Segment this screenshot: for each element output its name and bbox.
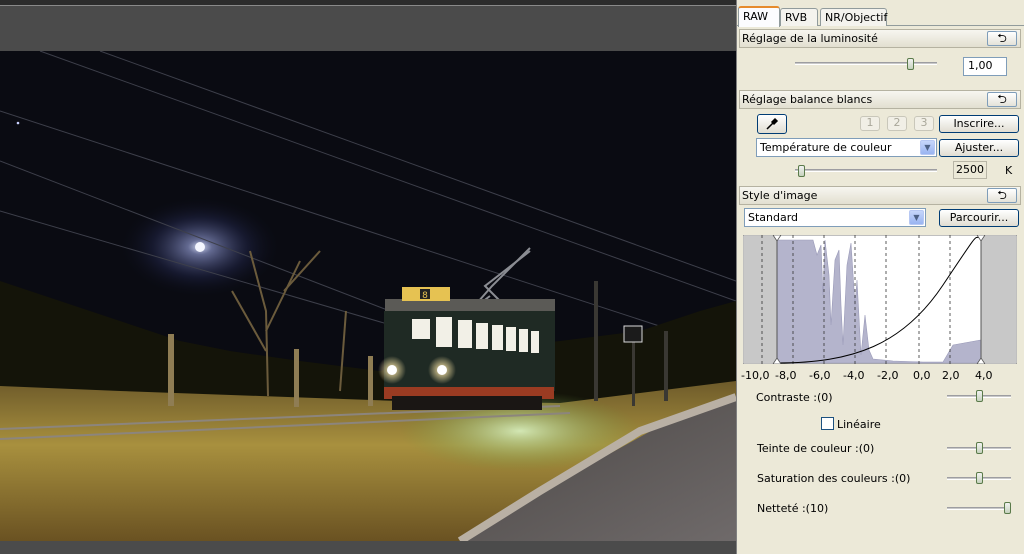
- tab-bar: RAW RVB NR/Objectif: [737, 6, 1024, 27]
- tab-nr-objectif[interactable]: NR/Objectif: [820, 8, 887, 26]
- sharpness-label: Netteté :(10): [757, 502, 829, 515]
- sharpness-slider-thumb[interactable]: [1004, 502, 1011, 514]
- wb-temperature-unit: K: [1005, 164, 1013, 177]
- wb-adjust-button[interactable]: Ajuster...: [939, 139, 1019, 157]
- histogram-axis-label: -4,0: [843, 369, 865, 382]
- linear-checkbox[interactable]: [821, 417, 834, 430]
- viewer-header-bar: [0, 7, 736, 51]
- contrast-label: Contraste :(0): [756, 391, 833, 404]
- histogram-axis-label: 2,0: [942, 369, 960, 382]
- histogram-axis-label: 4,0: [975, 369, 993, 382]
- contrast-slider-thumb[interactable]: [976, 390, 983, 402]
- histogram-axis-label: -8,0: [775, 369, 797, 382]
- wb-temperature-slider-track[interactable]: [795, 169, 937, 172]
- picture-style-browse-button[interactable]: Parcourir...: [939, 209, 1019, 227]
- histogram-axis-label: -6,0: [809, 369, 831, 382]
- undo-arrow-icon: ⮌: [997, 188, 1007, 202]
- white-balance-title: Réglage balance blancs: [742, 93, 873, 106]
- histogram-axis-label: -2,0: [877, 369, 899, 382]
- brightness-slider-track[interactable]: [795, 62, 937, 65]
- brightness-title: Réglage de la luminosité: [742, 32, 878, 45]
- picture-style-title: Style d'image: [742, 189, 818, 202]
- picture-style-value: Standard: [748, 211, 799, 224]
- tram-route-sign: 8: [422, 291, 428, 301]
- eyedropper-icon: [766, 117, 779, 130]
- viewer-footer-bar: [0, 541, 736, 554]
- wb-mode-value: Température de couleur: [760, 141, 892, 154]
- histogram-axis-label: -10,0: [741, 369, 770, 382]
- histogram-left-clip-zone: [744, 236, 777, 363]
- picture-style-reset-button[interactable]: ⮌: [987, 188, 1017, 203]
- tone-curve-histogram[interactable]: [743, 235, 1017, 364]
- chevron-down-icon: ▼: [920, 140, 935, 155]
- wb-preset-1-button[interactable]: 1: [860, 116, 880, 131]
- wb-preset-2-button[interactable]: 2: [887, 116, 907, 131]
- brightness-header: Réglage de la luminosité ⮌: [739, 29, 1021, 48]
- tint-slider-thumb[interactable]: [976, 442, 983, 454]
- tram-night-photo: 8: [0, 51, 736, 541]
- wb-temperature-slider-thumb[interactable]: [798, 165, 805, 177]
- tab-raw[interactable]: RAW: [738, 6, 780, 27]
- picture-style-select[interactable]: Standard ▼: [744, 208, 926, 227]
- histogram-axis-label: 0,0: [913, 369, 931, 382]
- linear-label: Linéaire: [837, 418, 881, 431]
- chevron-down-icon: ▼: [909, 210, 924, 225]
- preview-photo[interactable]: 8: [0, 51, 736, 541]
- white-balance-eyedropper-button[interactable]: [757, 114, 787, 134]
- white-balance-reset-button[interactable]: ⮌: [987, 92, 1017, 107]
- undo-arrow-icon: ⮌: [997, 92, 1007, 106]
- brightness-value-input[interactable]: 1,00: [963, 57, 1007, 76]
- brightness-slider-thumb[interactable]: [907, 58, 914, 70]
- wb-mode-select[interactable]: Température de couleur ▼: [756, 138, 937, 157]
- wb-preset-3-button[interactable]: 3: [914, 116, 934, 131]
- histogram-right-clip-zone: [981, 236, 1016, 363]
- picture-style-header: Style d'image ⮌: [739, 186, 1021, 205]
- sharpness-slider-track[interactable]: [947, 507, 1011, 510]
- viewer-top-border: [0, 0, 736, 6]
- brightness-reset-button[interactable]: ⮌: [987, 31, 1017, 46]
- saturation-label: Saturation des couleurs :(0): [757, 472, 911, 485]
- tab-rvb[interactable]: RVB: [780, 8, 818, 26]
- image-viewer: 8: [0, 0, 736, 554]
- saturation-slider-thumb[interactable]: [976, 472, 983, 484]
- wb-temperature-value: 2500: [953, 161, 987, 179]
- white-balance-header: Réglage balance blancs ⮌: [739, 90, 1021, 109]
- tint-label: Teinte de couleur :(0): [757, 442, 875, 455]
- undo-arrow-icon: ⮌: [997, 31, 1007, 45]
- wb-register-button[interactable]: Inscrire...: [939, 115, 1019, 133]
